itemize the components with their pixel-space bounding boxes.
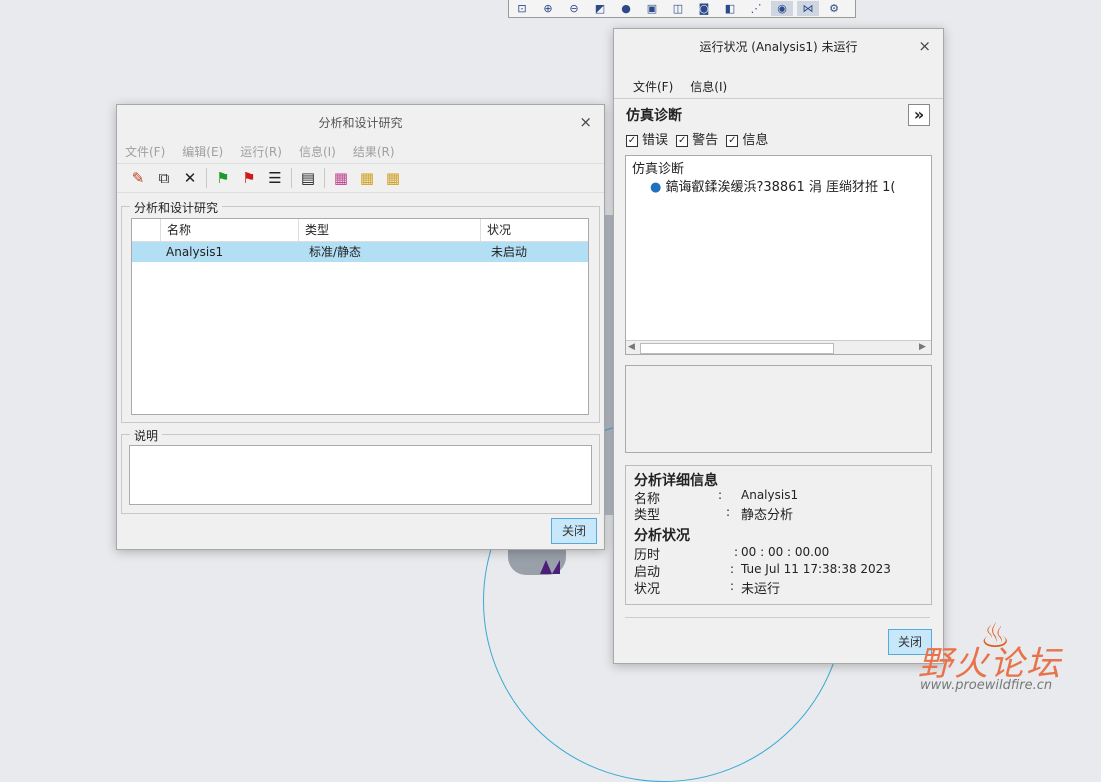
- row-type: 标准/静态: [309, 245, 362, 259]
- details-panel: 分析详细信息 名称 : Analysis1 类型 : 静态分析 分析状况 历时 …: [625, 465, 932, 605]
- zoom-out-icon[interactable]: ⊖: [563, 1, 585, 16]
- analysis-design-study-dialog: 分析和设计研究 × 文件(F) 编辑(E) 运行(R) 信息(I) 结果(R) …: [116, 104, 605, 550]
- description-group: 说明: [121, 427, 600, 514]
- description-field[interactable]: [129, 445, 592, 505]
- menu-file[interactable]: 文件(F): [125, 143, 165, 160]
- studies-group-label: 分析和设计研究: [130, 199, 223, 216]
- column-status[interactable]: 状况: [481, 219, 587, 241]
- column-type[interactable]: 类型: [299, 219, 481, 241]
- column-name[interactable]: 名称: [161, 219, 299, 241]
- spin-center-icon[interactable]: ⋈: [797, 1, 819, 16]
- watermark-logo: ♨ 野火论坛 www.proewildfire.cn: [918, 616, 1088, 698]
- menu-info[interactable]: 信息(I): [299, 143, 336, 160]
- warnings-label: 警告: [692, 133, 719, 148]
- name-value: Analysis1: [741, 488, 799, 502]
- display-style-icon[interactable]: ◧: [719, 1, 741, 16]
- table-row[interactable]: Analysis1 标准/静态 未启动: [132, 242, 588, 262]
- table-header: 名称 类型 状况: [132, 219, 588, 242]
- camera-icon[interactable]: ◙: [693, 1, 715, 16]
- settings-icon[interactable]: ⚙: [823, 1, 845, 16]
- tree-item[interactable]: ● 鎬诲叡鍒涘缓浜?38861 涓 厓绱犲拰 1(: [650, 176, 895, 195]
- divider: [625, 617, 930, 618]
- shading-icon[interactable]: ●: [615, 1, 637, 16]
- results-window-icon[interactable]: ▦: [354, 167, 380, 189]
- menu-bar: 文件(F) 编辑(E) 运行(R) 信息(I) 结果(R): [117, 139, 604, 163]
- horizontal-scrollbar[interactable]: ◀ ▶: [626, 340, 931, 354]
- elapsed-colon: :: [734, 545, 739, 559]
- view-orient-icon[interactable]: ▣: [641, 1, 663, 16]
- studies-table: 名称 类型 状况 Analysis1 标准/静态 未启动: [131, 218, 589, 415]
- watermark-url: www.proewildfire.cn: [920, 678, 1053, 693]
- filter-row: ✓ 错误 ✓ 警告 ✓ 信息: [626, 129, 768, 148]
- run-status-dialog: 运行状况 (Analysis1) 未运行 × 文件(F) 信息(I) 仿真诊断 …: [613, 28, 944, 664]
- warnings-checkbox[interactable]: ✓: [676, 134, 689, 147]
- results-fringe-icon[interactable]: ▦: [328, 167, 354, 189]
- edit-pencil-icon[interactable]: ✎: [125, 167, 151, 189]
- tree-item-text: 鎬诲叡鍒涘缓浜?38861 涓 厓绱犲拰 1(: [665, 180, 896, 195]
- row-spacer: [132, 242, 160, 262]
- close-icon[interactable]: ×: [579, 113, 592, 131]
- refit-icon[interactable]: ⊡: [511, 1, 533, 16]
- description-label: 说明: [130, 427, 163, 444]
- toolbar-separator: [206, 168, 207, 188]
- studies-group: 分析和设计研究 名称 类型 状况 Analysis1 标准/静态 未启动: [121, 199, 600, 423]
- info-checkbox[interactable]: ✓: [726, 134, 739, 147]
- dialog-toolbar: ✎ ⧉ ✕ ⚑ ⚑ ☰ ▤ ▦ ▦ ▦: [117, 163, 604, 193]
- bullet-icon: ●: [650, 180, 662, 195]
- message-panel: [625, 365, 932, 453]
- status-title: 分析状况: [634, 528, 690, 544]
- elapsed-value: 00 : 00 : 00.00: [741, 545, 830, 559]
- annotation-display-icon[interactable]: ◉: [771, 1, 793, 16]
- dialog-titlebar: 运行状况 (Analysis1) 未运行 ×: [614, 29, 943, 63]
- datum-display-icon[interactable]: ⋰: [745, 1, 767, 16]
- expand-button[interactable]: »: [908, 104, 930, 126]
- row-status: 未启动: [491, 245, 528, 259]
- menu-file[interactable]: 文件(F): [633, 78, 673, 95]
- state-value: 未运行: [741, 582, 781, 597]
- errors-checkbox[interactable]: ✓: [626, 134, 638, 147]
- saved-views-icon[interactable]: ◫: [667, 1, 689, 16]
- scroll-thumb[interactable]: [640, 343, 834, 354]
- info-label: 信息: [742, 133, 769, 148]
- repaint-icon[interactable]: ◩: [589, 1, 611, 16]
- type-colon: :: [726, 505, 731, 519]
- menu-run[interactable]: 运行(R): [240, 143, 282, 160]
- results-compare-icon[interactable]: ▦: [380, 167, 406, 189]
- menu-edit[interactable]: 编辑(E): [182, 143, 223, 160]
- start-value: Tue Jul 11 17:38:38 2023: [741, 562, 891, 576]
- copy-icon[interactable]: ⧉: [151, 167, 177, 189]
- dialog-title: 分析和设计研究: [318, 115, 403, 130]
- errors-label: 错误: [642, 133, 669, 148]
- scroll-right-icon[interactable]: ▶: [919, 342, 926, 352]
- stop-run-flag-icon[interactable]: ⚑: [236, 167, 262, 189]
- name-colon: :: [718, 488, 723, 502]
- zoom-in-icon[interactable]: ⊕: [537, 1, 559, 16]
- dialog-titlebar: 分析和设计研究 ×: [117, 105, 604, 139]
- state-colon: :: [730, 579, 735, 593]
- scroll-left-icon[interactable]: ◀: [628, 342, 635, 352]
- menu-results[interactable]: 结果(R): [353, 143, 395, 160]
- dialog-title: 运行状况 (Analysis1) 未运行: [699, 39, 858, 54]
- tree-root[interactable]: 仿真诊断: [632, 158, 684, 177]
- diagnostics-title: 仿真诊断: [626, 108, 682, 124]
- toolbar-separator: [324, 168, 325, 188]
- type-key: 类型: [634, 508, 661, 523]
- type-value: 静态分析: [741, 508, 794, 523]
- status-list-icon[interactable]: ☰: [262, 167, 288, 189]
- close-button[interactable]: 关闭: [551, 518, 597, 544]
- start-colon: :: [730, 562, 735, 576]
- row-name: Analysis1: [166, 245, 224, 259]
- menu-info[interactable]: 信息(I): [690, 78, 727, 95]
- start-run-flag-icon[interactable]: ⚑: [210, 167, 236, 189]
- details-title: 分析详细信息: [634, 473, 718, 489]
- diagnostics-tree: 仿真诊断 ● 鎬诲叡鍒涘缓浜?38861 涓 厓绱犲拰 1( ◀ ▶: [625, 155, 932, 355]
- toolbar-separator: [291, 168, 292, 188]
- graphics-toolbar: ⊡ ⊕ ⊖ ◩ ● ▣ ◫ ◙ ◧ ⋰ ◉ ⋈ ⚙: [508, 0, 856, 18]
- state-key: 状况: [634, 582, 661, 597]
- review-results-icon[interactable]: ▤: [295, 167, 321, 189]
- header-spacer: [132, 219, 161, 241]
- close-icon[interactable]: ×: [918, 37, 931, 55]
- delete-icon[interactable]: ✕: [177, 167, 203, 189]
- menu-bar: 文件(F) 信息(I): [614, 74, 943, 99]
